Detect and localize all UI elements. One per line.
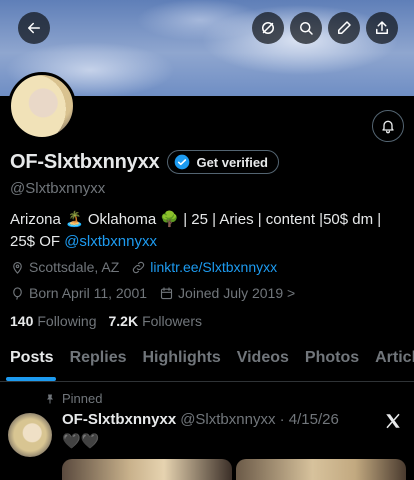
mute-button[interactable] — [252, 12, 284, 44]
share-button[interactable] — [366, 12, 398, 44]
followers-link[interactable]: 7.2K Followers — [109, 313, 202, 329]
birthday-text: Born April 11, 2001 — [29, 285, 148, 301]
post-author-name[interactable]: OF-Slxtbxnnyxx — [62, 411, 176, 428]
website-link[interactable]: linktr.ee/Slxtbxnnyxx — [150, 259, 277, 275]
follow-stats: 140 Following 7.2K Followers — [10, 313, 214, 329]
verified-badge-icon — [175, 154, 190, 170]
search-button[interactable] — [290, 12, 322, 44]
get-verified-button[interactable]: Get verified — [167, 150, 279, 174]
profile-meta-row-1: Scottsdale, AZ linktr.ee/Slxtbxnnyxx — [10, 259, 289, 275]
notification-bell-icon — [382, 120, 394, 134]
back-button[interactable] — [18, 12, 50, 44]
profile-bio: Arizona 🏝️ Oklahoma 🌳 | 25 | Aries | con… — [10, 209, 406, 253]
tab-replies[interactable]: Replies — [62, 338, 135, 381]
post-meta: @Slxtbxnnyxx · 4/15/26 — [180, 411, 339, 428]
joined-item[interactable]: Joined July 2019 > — [159, 285, 295, 301]
profile-meta-row-2: Born April 11, 2001 Joined July 2019 > — [10, 285, 307, 301]
tab-photos[interactable]: Photos — [297, 338, 367, 381]
edit-button[interactable] — [328, 12, 360, 44]
display-name: OF-Slxtbxnnyxx — [10, 150, 160, 173]
post-media-1[interactable] — [62, 459, 232, 480]
search-icon — [300, 22, 313, 35]
post-text: 🖤🖤 — [62, 433, 100, 450]
tab-posts[interactable]: Posts — [0, 338, 62, 381]
post-author-avatar[interactable] — [8, 413, 52, 457]
tab-videos[interactable]: Videos — [229, 338, 297, 381]
balloon-icon — [13, 286, 22, 300]
location-text: Scottsdale, AZ — [29, 259, 120, 275]
birthday-item: Born April 11, 2001 — [10, 285, 147, 301]
profile-avatar[interactable] — [8, 72, 76, 140]
notification-button[interactable] — [372, 110, 404, 142]
profile-handle: @Slxtbxnnyxx — [10, 180, 106, 197]
bio-mention-link[interactable]: @slxtbxnnyxx — [64, 233, 157, 250]
x-logo-icon — [386, 413, 400, 429]
get-verified-label: Get verified — [196, 154, 268, 170]
profile-tabs: Posts Replies Highlights Videos Photos A… — [0, 338, 414, 382]
followers-count: 7.2K — [108, 313, 139, 329]
pin-icon — [47, 394, 53, 403]
location-pin-icon — [13, 261, 22, 274]
following-label: Following — [37, 313, 97, 329]
tab-highlights[interactable]: Highlights — [135, 338, 229, 381]
location-item: Scottsdale, AZ — [10, 259, 119, 275]
following-count: 140 — [10, 313, 34, 329]
post-media-2[interactable] — [236, 459, 406, 480]
following-link[interactable]: 140 Following — [10, 313, 97, 329]
joined-text: Joined July 2019 > — [178, 285, 296, 301]
website-item[interactable]: linktr.ee/Slxtbxnnyxx — [131, 259, 277, 275]
share-icon — [376, 21, 388, 34]
pinned-label: Pinned — [62, 391, 103, 406]
link-icon — [133, 261, 145, 273]
back-arrow-icon — [28, 22, 40, 34]
calendar-icon — [160, 286, 173, 299]
post-header: OF-Slxtbxnnyxx @Slxtbxnnyxx · 4/15/26 — [62, 411, 339, 428]
profile-name-row: OF-Slxtbxnnyxx Get verified — [10, 150, 279, 174]
pencil-icon — [338, 21, 351, 34]
pinned-indicator: Pinned — [44, 391, 102, 406]
mute-icon — [262, 22, 274, 34]
followers-label: Followers — [142, 313, 202, 329]
tab-articles[interactable]: Articles — [367, 338, 414, 381]
